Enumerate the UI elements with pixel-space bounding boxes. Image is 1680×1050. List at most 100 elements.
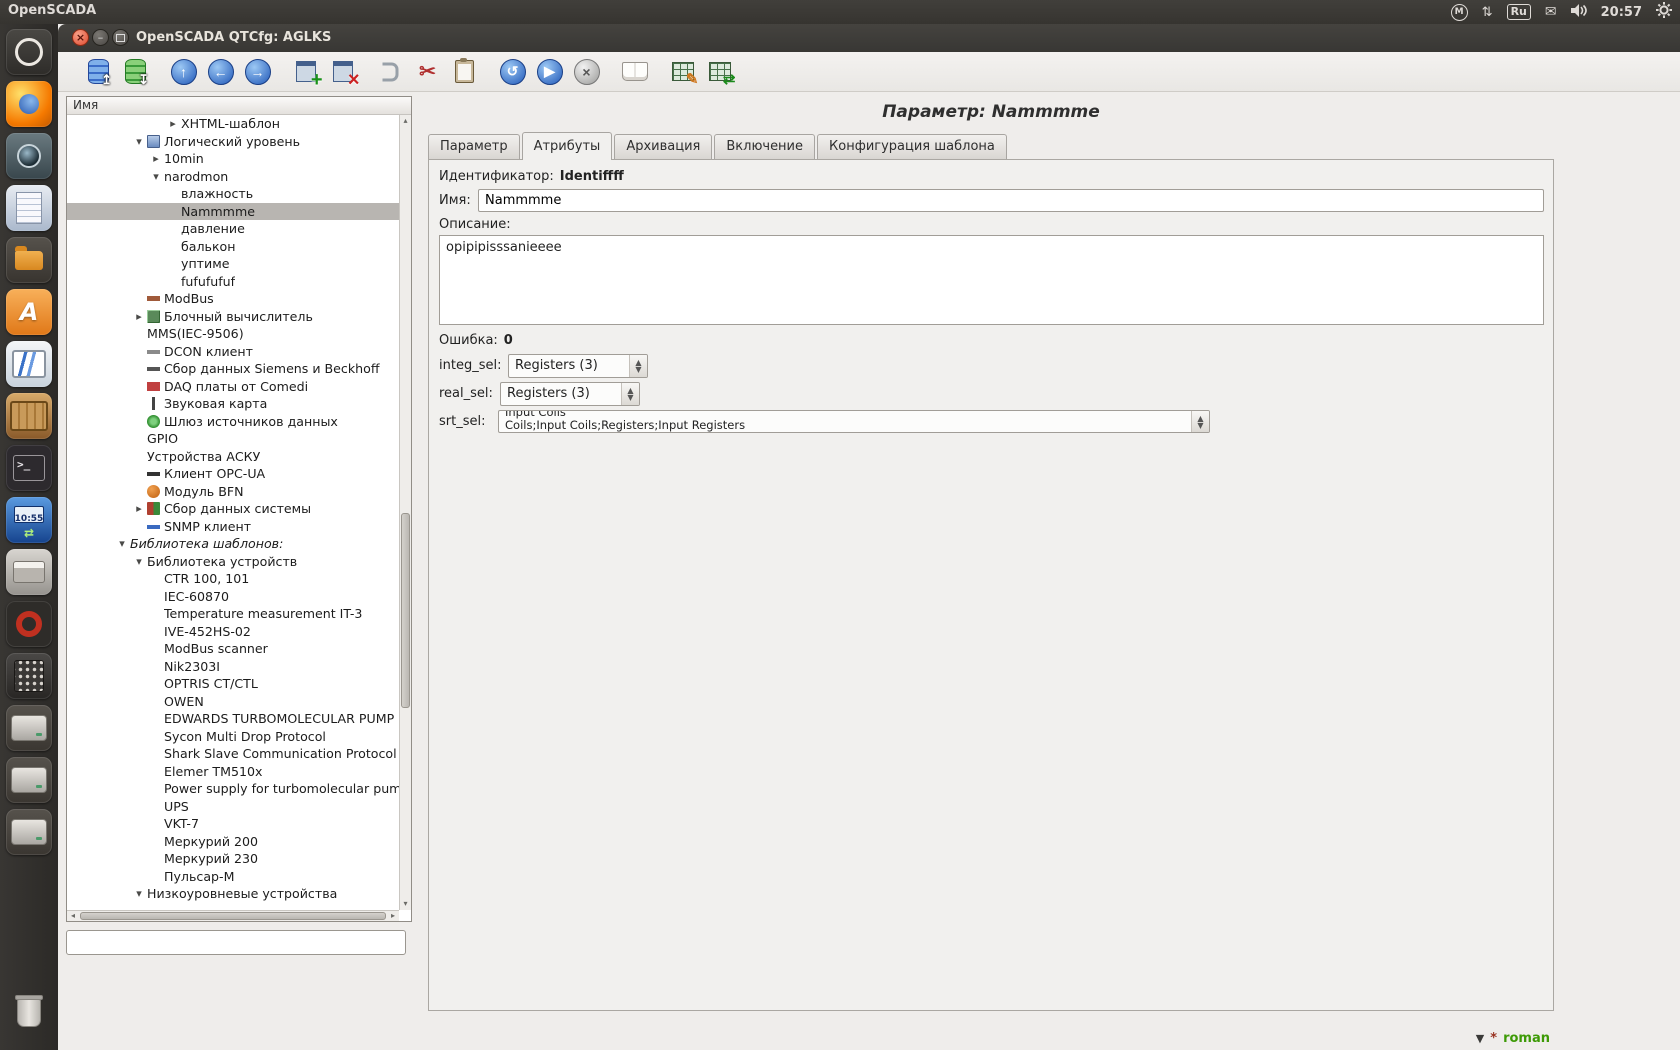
firefox-launcher[interactable] [6, 81, 52, 127]
tree-item[interactable]: Модуль BFN [67, 483, 399, 501]
tree-item[interactable]: Меркурий 200 [67, 833, 399, 851]
expand-arrow-icon[interactable]: ▸ [148, 150, 164, 168]
tree-item[interactable]: DAQ платы от Comedi [67, 378, 399, 396]
delete-item-button[interactable]: × [324, 55, 361, 89]
tree-item[interactable]: Пульсар-М [67, 868, 399, 886]
copy-item-button[interactable] [372, 55, 409, 89]
tree-item[interactable]: уптиме [67, 255, 399, 273]
collapse-arrow-icon[interactable]: ▾ [131, 133, 147, 151]
software-center-launcher[interactable]: A [6, 289, 52, 335]
tree-item[interactable]: Сбор данных Siemens и Beckhoff [67, 360, 399, 378]
tree-item[interactable]: ModBus scanner [67, 640, 399, 658]
tree-item[interactable]: EDWARDS TURBOMOLECULAR PUMP [67, 710, 399, 728]
scroll-up-arrow-icon[interactable]: ▴ [400, 115, 411, 127]
media-player-launcher[interactable] [6, 601, 52, 647]
tree-item[interactable]: ▾Низкоуровневые устройства [67, 885, 399, 903]
cut-item-button[interactable]: ✂ [409, 55, 446, 89]
tree-item[interactable]: IVE-452HS-02 [67, 623, 399, 641]
collapse-arrow-icon[interactable]: ▾ [148, 168, 164, 186]
tree-item[interactable]: балькон [67, 238, 399, 256]
tree-item[interactable]: CTR 100, 101 [67, 570, 399, 588]
tree-horizontal-scrollbar[interactable]: ◂ ▸ [67, 910, 399, 921]
horizontal-scrollbar-thumb[interactable] [80, 912, 386, 920]
add-item-button[interactable]: + [287, 55, 324, 89]
panel-app-name[interactable]: OpenSCADA [8, 3, 96, 18]
session-gear-icon[interactable] [1656, 2, 1672, 22]
dash-home-launcher[interactable] [6, 29, 52, 75]
combo-spin-buttons[interactable]: ▲▼ [629, 355, 647, 377]
window-close-button[interactable]: × [72, 29, 89, 46]
calculator-launcher[interactable] [6, 653, 52, 699]
tab-enable[interactable]: Включение [714, 134, 815, 159]
tree-item[interactable]: ▾Логический уровень [67, 133, 399, 151]
current-user[interactable]: roman [1503, 1031, 1550, 1046]
tree-item[interactable]: ▸10min [67, 150, 399, 168]
trash-launcher[interactable] [6, 990, 52, 1036]
window-maximize-button[interactable] [112, 29, 129, 46]
combo-spin-buttons[interactable]: ▲▼ [1191, 411, 1209, 432]
tree-item[interactable]: влажность [67, 185, 399, 203]
tab-template-config[interactable]: Конфигурация шаблона [817, 134, 1007, 159]
tree-filter-input[interactable] [66, 930, 406, 955]
name-input[interactable] [478, 189, 1544, 212]
expand-arrow-icon[interactable]: ▸ [131, 500, 147, 518]
collapse-arrow-icon[interactable]: ▾ [114, 535, 130, 553]
refresh-table-button[interactable]: ⇄ [701, 55, 738, 89]
tree-item[interactable]: OWEN [67, 693, 399, 711]
start-button[interactable]: ▶ [531, 55, 568, 89]
tree-item[interactable]: SNMP клиент [67, 518, 399, 536]
system-monitor-launcher[interactable] [6, 341, 52, 387]
window-titlebar[interactable]: × – OpenSCADA QTCfg: AGLKS [58, 24, 1680, 52]
save-to-db-button[interactable]: ↧ [117, 55, 154, 89]
tree-item[interactable]: Шлюз источников данных [67, 413, 399, 431]
collapse-arrow-icon[interactable]: ▾ [131, 553, 147, 571]
tree-item[interactable]: Устройства АСКУ [67, 448, 399, 466]
vertical-scrollbar-thumb[interactable] [401, 513, 410, 708]
tab-archiving[interactable]: Архивация [614, 134, 712, 159]
printer-launcher[interactable] [6, 549, 52, 595]
tree-item[interactable]: Nammmme [67, 203, 399, 221]
tree-vertical-scrollbar[interactable]: ▴ ▾ [399, 115, 411, 910]
external-drive-1-launcher[interactable] [6, 705, 52, 751]
tree-item[interactable]: Клиент OPC-UA [67, 465, 399, 483]
tree-item[interactable]: IEC-60870 [67, 588, 399, 606]
tree-item[interactable]: Power supply for turbomolecular pum [67, 780, 399, 798]
stop-button[interactable]: × [568, 55, 605, 89]
back-button[interactable]: ← [202, 55, 239, 89]
up-button[interactable]: ↑ [165, 55, 202, 89]
paste-item-button[interactable] [446, 55, 483, 89]
tree-item[interactable]: Меркурий 230 [67, 850, 399, 868]
tree-item[interactable]: Elemer TM510x [67, 763, 399, 781]
network-sync-icon[interactable]: ⇅ [1482, 5, 1493, 20]
tree-item[interactable]: Sycon Multi Drop Protocol [67, 728, 399, 746]
tree-item[interactable]: Nik2303I [67, 658, 399, 676]
combo-spin-buttons[interactable]: ▲▼ [621, 383, 639, 405]
tree-item[interactable]: fufufufuf [67, 273, 399, 291]
tree-item[interactable]: VKT-7 [67, 815, 399, 833]
scroll-right-arrow-icon[interactable]: ▸ [387, 911, 399, 921]
keyboard-layout-indicator[interactable]: Ru [1507, 4, 1531, 20]
tree-item[interactable]: давление [67, 220, 399, 238]
tree-item[interactable]: Звуковая карта [67, 395, 399, 413]
load-from-db-button[interactable]: ↥ [80, 55, 117, 89]
collapse-arrow-icon[interactable]: ▾ [131, 885, 147, 903]
description-textarea[interactable]: opipipisssanieeee [439, 235, 1544, 325]
tree-item[interactable]: DCON клиент [67, 343, 399, 361]
tree-item[interactable]: ModBus [67, 290, 399, 308]
integ-sel-combobox[interactable]: Registers (3) ▲▼ [508, 354, 648, 378]
messages-indicator-icon[interactable]: M [1451, 4, 1468, 21]
tree-item[interactable]: Temperature measurement IT-3 [67, 605, 399, 623]
srt-sel-combobox[interactable]: Input Coils Coils;Input Coils;Registers;… [498, 410, 1210, 433]
tree-item[interactable]: ▾Библиотека шаблонов: [67, 535, 399, 553]
chevron-down-icon[interactable]: ▼ [1476, 1032, 1484, 1045]
tree-column-header[interactable]: Имя [67, 97, 411, 115]
tab-parameter[interactable]: Параметр [428, 134, 520, 159]
tree-item[interactable]: MMS(IEC-9506) [67, 325, 399, 343]
terminal-launcher[interactable]: >_ [6, 445, 52, 491]
volume-icon[interactable] [1571, 4, 1587, 21]
edit-table-button[interactable]: ✎ [664, 55, 701, 89]
tree-item[interactable]: ▾Библиотека устройств [67, 553, 399, 571]
archive-manager-launcher[interactable] [6, 393, 52, 439]
tree-item[interactable]: ▸Сбор данных системы [67, 500, 399, 518]
real-sel-combobox[interactable]: Registers (3) ▲▼ [500, 382, 640, 406]
